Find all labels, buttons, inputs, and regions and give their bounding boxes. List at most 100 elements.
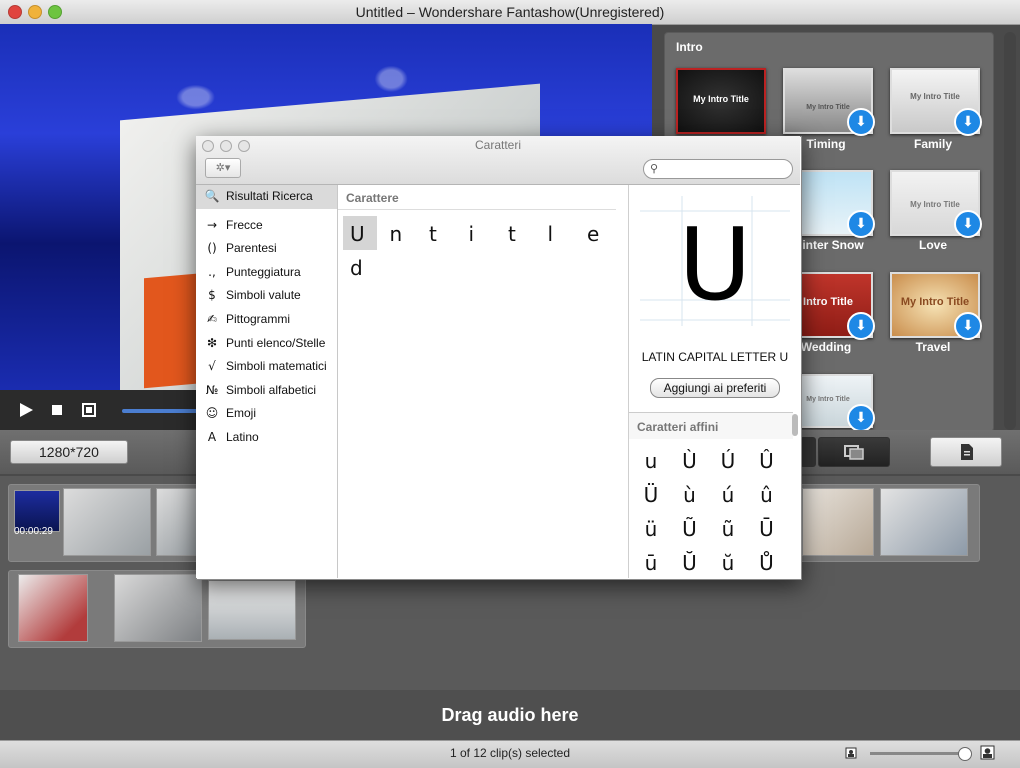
- category-item[interactable]: → Frecce: [204, 218, 263, 232]
- zoom-out-icon[interactable]: [845, 747, 857, 759]
- latin-a-icon: A: [207, 430, 217, 444]
- status-text: 1 of 12 clip(s) selected: [449, 746, 571, 760]
- sqrt-icon: √: [208, 359, 216, 373]
- category-item[interactable]: ., Punteggiatura: [204, 265, 301, 279]
- related-character-cell[interactable]: ũ: [715, 517, 741, 541]
- related-character-cell[interactable]: Ů: [754, 551, 780, 575]
- related-character-cell[interactable]: ù: [677, 483, 703, 507]
- play-icon[interactable]: [18, 402, 34, 418]
- smiley-icon: ☺: [205, 406, 219, 420]
- character-cell[interactable]: d: [350, 256, 363, 280]
- asterisk-icon: ❇: [206, 336, 218, 350]
- related-characters-title: Caratteri affini: [637, 420, 719, 434]
- category-item[interactable]: () Parentesi: [204, 241, 277, 255]
- export-button[interactable]: [818, 437, 890, 467]
- category-label: Pittogrammi: [226, 312, 291, 326]
- category-item[interactable]: 🔍 Risultati Ricerca: [204, 189, 313, 203]
- character-cell[interactable]: i: [469, 222, 475, 246]
- clip-thumbnail[interactable]: [156, 488, 198, 556]
- category-label: Simboli matematici: [226, 359, 327, 373]
- download-icon[interactable]: ⬇: [847, 312, 875, 340]
- intro-template-family[interactable]: My Intro Title ⬇: [890, 68, 982, 136]
- intro-template-timing[interactable]: My Intro Title ⬇: [783, 68, 875, 136]
- intro-template-name: Travel: [915, 340, 951, 354]
- clip-thumbnail[interactable]: [208, 580, 296, 640]
- category-label: Parentesi: [226, 241, 277, 255]
- intro-panel-label: Intro: [676, 40, 703, 54]
- category-item[interactable]: ✍ Pittogrammi: [204, 312, 290, 326]
- add-to-favorites-button[interactable]: Aggiungi ai preferiti: [650, 378, 780, 398]
- download-icon[interactable]: ⬇: [847, 210, 875, 238]
- clip-thumbnail[interactable]: [114, 574, 202, 642]
- clip-thumbnail[interactable]: [880, 488, 968, 556]
- related-character-cell[interactable]: ú: [715, 483, 741, 507]
- search-icon: ⚲: [650, 163, 659, 175]
- search-field[interactable]: ⚲: [643, 159, 793, 179]
- clip-thumbnail[interactable]: [802, 488, 874, 556]
- resolution-button[interactable]: 1280*720: [10, 440, 128, 464]
- zoom-in-icon[interactable]: [980, 745, 995, 760]
- related-characters-header: Caratteri affini: [629, 412, 793, 439]
- window-title: Untitled – Wondershare Fantashow(Unregis…: [355, 4, 665, 20]
- category-item[interactable]: √ Simboli matematici: [204, 359, 327, 373]
- related-character-cell[interactable]: ü: [638, 517, 664, 541]
- category-item[interactable]: ☺ Emoji: [204, 406, 256, 420]
- related-character-cell[interactable]: Ù: [677, 449, 703, 473]
- character-cell[interactable]: t: [429, 222, 437, 246]
- clip-thumbnail[interactable]: [18, 574, 88, 642]
- clip-thumbnail[interactable]: [63, 488, 151, 556]
- clip-duration: 00:00:29: [14, 526, 53, 537]
- download-icon[interactable]: ⬇: [954, 108, 982, 136]
- document-export-icon: [961, 444, 973, 460]
- related-character-cell[interactable]: Ũ: [677, 517, 703, 541]
- related-character-cell[interactable]: û: [754, 483, 780, 507]
- category-item[interactable]: ❇ Punti elenco/Stelle: [204, 336, 325, 350]
- download-icon[interactable]: ⬇: [847, 108, 875, 136]
- category-label: Emoji: [226, 406, 257, 420]
- character-cell[interactable]: e: [587, 222, 599, 246]
- category-label: Risultati Ricerca: [226, 189, 313, 203]
- category-item[interactable]: $ Simboli valute: [204, 288, 301, 302]
- category-item[interactable]: № Simboli alfabetici: [204, 383, 316, 397]
- download-icon[interactable]: ⬇: [954, 312, 982, 340]
- related-character-cell[interactable]: u: [638, 449, 664, 473]
- related-character-cell[interactable]: Ü: [638, 483, 664, 507]
- category-label: Punti elenco/Stelle: [226, 336, 326, 350]
- category-label: Simboli alfabetici: [226, 383, 317, 397]
- character-preview: U: [640, 196, 790, 326]
- stop-icon[interactable]: [52, 405, 62, 415]
- related-character-cell[interactable]: ŭ: [715, 551, 741, 575]
- arrow-icon: →: [206, 218, 218, 232]
- related-character-cell[interactable]: Ú: [715, 449, 741, 473]
- category-label: Punteggiatura: [226, 265, 301, 279]
- character-cell[interactable]: t: [508, 222, 516, 246]
- toolbar-button[interactable]: [800, 437, 816, 467]
- character-name: LATIN CAPITAL LETTER U: [641, 350, 789, 364]
- intro-template-love[interactable]: My Intro Title ⬇: [890, 170, 982, 238]
- related-character-cell[interactable]: Ŭ: [677, 551, 703, 575]
- save-project-button[interactable]: [930, 437, 1002, 467]
- fullscreen-icon[interactable]: [82, 403, 96, 417]
- intro-scrollbar[interactable]: [1004, 32, 1016, 430]
- parentheses-icon: (): [207, 241, 217, 255]
- download-icon[interactable]: ⬇: [954, 210, 982, 238]
- download-icon[interactable]: ⬇: [847, 404, 875, 432]
- pictogram-icon: ✍: [206, 312, 218, 326]
- category-item[interactable]: A Latino: [204, 430, 259, 444]
- character-cell[interactable]: U: [350, 222, 365, 246]
- playback-progress-slider[interactable]: [122, 409, 202, 413]
- character-cell[interactable]: l: [548, 222, 554, 246]
- zoom-slider-knob[interactable]: [958, 747, 972, 761]
- intro-template-travel[interactable]: My Intro Title ⬇: [890, 272, 982, 340]
- related-character-cell[interactable]: Ū: [754, 517, 780, 541]
- related-character-cell[interactable]: ū: [638, 551, 664, 575]
- zoom-slider[interactable]: [870, 752, 968, 755]
- gear-menu-button[interactable]: ✲▾: [205, 158, 241, 178]
- intro-template-name: Family: [913, 137, 952, 151]
- character-grid-title: Carattere: [346, 191, 399, 205]
- character-cell[interactable]: n: [390, 222, 403, 246]
- related-character-cell[interactable]: Û: [754, 449, 780, 473]
- window-titlebar: Untitled – Wondershare Fantashow(Unregis…: [0, 0, 1020, 25]
- intro-template-1[interactable]: My Intro Title: [676, 68, 766, 134]
- related-scrollbar[interactable]: [792, 414, 798, 436]
